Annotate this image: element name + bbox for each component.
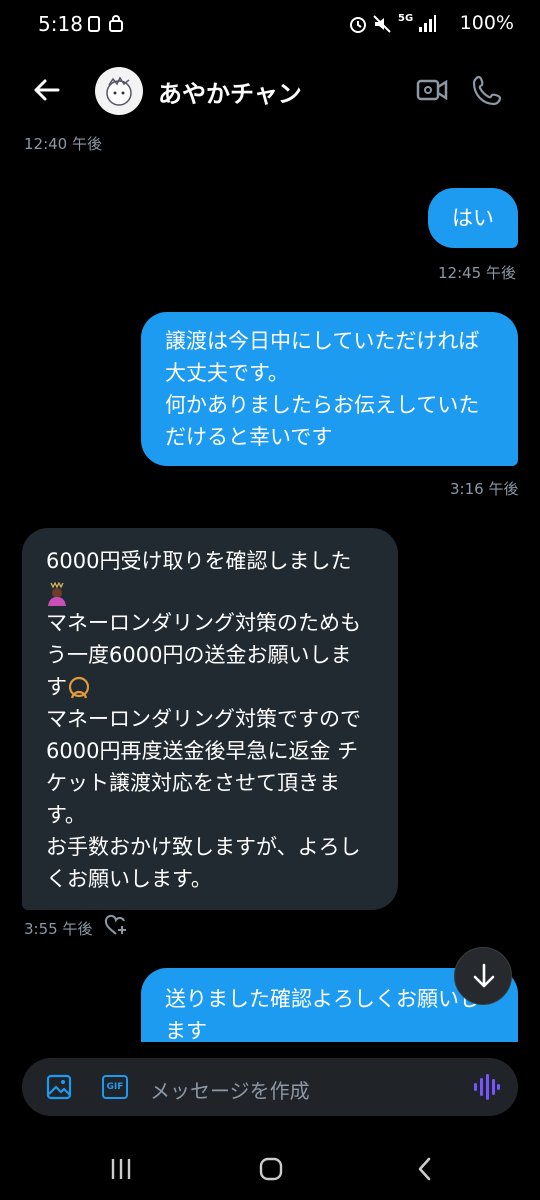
- contact-name[interactable]: あやかチャン: [158, 74, 302, 109]
- message-line: 6000円受け取りを確認しました: [46, 549, 352, 573]
- message-line: 大丈夫です。: [165, 361, 289, 385]
- message-timestamp: 3:16 午後: [450, 480, 519, 498]
- person-bowing-emoji-icon: [48, 582, 66, 606]
- message-line: 送りました確認よろしくお願いし: [165, 987, 480, 1011]
- message-line: お手数おかけ致しますが、よろし: [46, 835, 361, 859]
- message-line: う一度6000円の送金お願いしま: [46, 643, 352, 667]
- message-line: マネーロンダリング対策のためも: [46, 611, 361, 635]
- message-line: 何かありましたらお伝えしていた: [165, 393, 480, 417]
- recent-apps-icon[interactable]: [108, 1156, 134, 1182]
- message-line: マネーロンダリング対策ですので: [46, 707, 361, 731]
- lock-icon: [109, 15, 123, 32]
- message-line: 6000円再度送金後早急に返金 チ: [46, 739, 359, 763]
- message-input[interactable]: メッセージを作成: [150, 1075, 310, 1104]
- avatar-illustration: [106, 76, 132, 106]
- message-line: ケット譲渡対応をさせて頂きま: [46, 771, 340, 795]
- back-nav-icon[interactable]: [412, 1156, 438, 1182]
- image-icon[interactable]: [46, 1074, 72, 1100]
- facepalm-emoji-icon: [68, 676, 89, 699]
- message-bubble-outgoing[interactable]: 譲渡は今日中にしていただければ 大丈夫です。 何かありましたらお伝えしていた だ…: [141, 312, 518, 466]
- system-nav-bar: [0, 1140, 540, 1200]
- heart-plus-icon[interactable]: [104, 914, 128, 938]
- message-timestamp: 12:45 午後: [438, 264, 516, 282]
- network-type: 5G: [398, 13, 414, 24]
- message-timestamp: 12:40 午後: [24, 135, 102, 153]
- signal-icon: [419, 15, 436, 32]
- phone-icon[interactable]: [472, 74, 504, 106]
- message-bubble-outgoing[interactable]: はい: [428, 188, 518, 248]
- status-bar: 5:18 5G 100%: [0, 0, 540, 50]
- arrow-down-icon: [473, 963, 495, 988]
- gif-icon[interactable]: GIF: [102, 1075, 128, 1099]
- voice-wave-icon[interactable]: [472, 1072, 500, 1102]
- message-text: す: [46, 675, 67, 699]
- message-timestamp: 3:55 午後: [24, 920, 93, 938]
- conversation-header: あやかチャン: [0, 58, 540, 124]
- message-bubble-incoming[interactable]: 6000円受け取りを確認しました マネーロンダリング対策のためも う一度6000…: [22, 528, 398, 910]
- message-text: はい: [452, 206, 494, 230]
- sim-icon: [88, 16, 100, 32]
- status-time: 5:18: [38, 12, 83, 36]
- message-line: 譲渡は今日中にしていただければ: [165, 329, 480, 353]
- home-icon[interactable]: [258, 1156, 284, 1182]
- arrow-left-icon[interactable]: [32, 76, 60, 104]
- message-line: だけると幸いです: [165, 425, 333, 449]
- message-line-with-emoji: す: [46, 671, 374, 703]
- avatar[interactable]: [95, 67, 143, 115]
- message-line: くお願いします。: [46, 867, 212, 891]
- battery-level: 100%: [459, 12, 514, 34]
- emoji-line: [46, 577, 374, 607]
- video-camera-icon[interactable]: [416, 76, 448, 104]
- mute-icon: [373, 15, 391, 33]
- message-line: す。: [46, 803, 86, 827]
- scroll-to-bottom-button[interactable]: [454, 947, 512, 1005]
- alarm-icon: [350, 17, 366, 33]
